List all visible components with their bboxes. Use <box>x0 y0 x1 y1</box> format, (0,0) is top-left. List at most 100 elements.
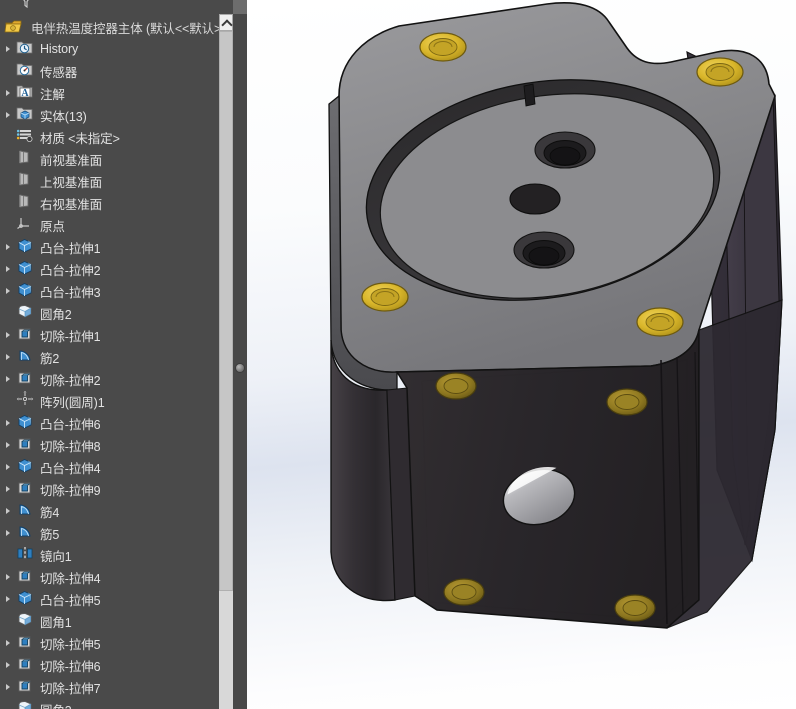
tree-row-label: 凸台-拉伸6 <box>40 417 101 432</box>
tree-row-label: 切除-拉伸1 <box>40 329 101 344</box>
expand-arrow-placeholder <box>0 170 16 192</box>
expand-arrow-icon[interactable] <box>0 566 16 588</box>
tree-row[interactable]: 凸台-拉伸6 <box>0 412 233 434</box>
tree-row[interactable]: 上视基准面 <box>0 170 233 192</box>
expand-arrow-placeholder <box>0 544 16 566</box>
feature-tree-list[interactable]: History 传感器 A 注解实体(13) 材质 <未指定> 前视基准面 上视基准面 右视基… <box>0 38 233 709</box>
tree-row[interactable]: 凸台-拉伸5 <box>0 588 233 610</box>
tree-row-label: 切除-拉伸6 <box>40 659 101 674</box>
tree-row[interactable]: 实体(13) <box>0 104 233 126</box>
expand-arrow-icon[interactable] <box>0 412 16 434</box>
tree-row[interactable]: 传感器 <box>0 60 233 82</box>
expand-arrow-icon[interactable] <box>0 280 16 302</box>
tree-row[interactable]: 凸台-拉伸1 <box>0 236 233 258</box>
tree-row[interactable]: 切除-拉伸9 <box>0 478 233 500</box>
tree-row[interactable]: 筋5 <box>0 522 233 544</box>
tree-row-label: 传感器 <box>40 65 78 80</box>
expand-arrow-icon[interactable] <box>0 676 16 698</box>
tree-row[interactable]: A 注解 <box>0 82 233 104</box>
tree-row[interactable]: 凸台-拉伸3 <box>0 280 233 302</box>
expand-arrow-placeholder <box>0 214 16 236</box>
boss-extrude-icon <box>16 589 36 609</box>
expand-arrow-icon[interactable] <box>0 654 16 676</box>
tree-row[interactable]: 切除-拉伸7 <box>0 676 233 698</box>
tree-row[interactable]: 右视基准面 <box>0 192 233 214</box>
expand-arrow-placeholder <box>0 148 16 170</box>
tree-row[interactable]: 筋4 <box>0 500 233 522</box>
tree-row[interactable]: 切除-拉伸2 <box>0 368 233 390</box>
fillet-icon <box>16 303 36 323</box>
scrollbar-thumb[interactable] <box>219 31 233 591</box>
tree-row-label: 圆角2 <box>40 307 72 322</box>
expand-arrow-icon[interactable] <box>0 38 16 60</box>
document-root-row[interactable]: 电伴热温度控器主体 (默认<<默认>_ <box>0 16 233 38</box>
boss-extrude-icon <box>16 281 36 301</box>
tree-row-label: 阵列(圆周)1 <box>40 395 105 410</box>
graphics-viewport[interactable] <box>247 0 796 709</box>
tree-row[interactable]: 切除-拉伸5 <box>0 632 233 654</box>
plane-icon <box>16 149 36 169</box>
part-document-icon <box>4 18 24 36</box>
window-corner-clip <box>0 0 14 10</box>
tree-row-label: 凸台-拉伸1 <box>40 241 101 256</box>
expand-arrow-placeholder <box>0 60 16 82</box>
expand-arrow-icon[interactable] <box>0 434 16 456</box>
expand-arrow-icon[interactable] <box>0 588 16 610</box>
model-front-screw-2 <box>606 388 648 416</box>
expand-arrow-icon[interactable] <box>0 346 16 368</box>
tree-row[interactable]: 凸台-拉伸4 <box>0 456 233 478</box>
tree-row[interactable]: 原点 <box>0 214 233 236</box>
boss-extrude-icon <box>16 457 36 477</box>
model-3d-view <box>328 2 783 629</box>
tree-row[interactable]: History <box>0 38 233 60</box>
model-top-screw-2 <box>696 57 744 87</box>
expand-arrow-icon[interactable] <box>0 82 16 104</box>
tree-row[interactable]: 圆角2 <box>0 302 233 324</box>
expand-arrow-icon[interactable] <box>0 478 16 500</box>
mirror-icon <box>16 545 36 565</box>
expand-arrow-icon[interactable] <box>0 632 16 654</box>
plane-icon <box>16 193 36 213</box>
tree-row[interactable]: 切除-拉伸8 <box>0 434 233 456</box>
expand-arrow-icon[interactable] <box>0 368 16 390</box>
expand-arrow-icon[interactable] <box>0 104 16 126</box>
scroll-up-arrow-icon[interactable] <box>219 14 233 31</box>
filter-funnel-icon[interactable] <box>18 0 34 10</box>
tree-row[interactable]: 材质 <未指定> <box>0 126 233 148</box>
splitter-top-cap <box>233 0 247 14</box>
expand-arrow-icon[interactable] <box>0 258 16 280</box>
tree-row-label: 材质 <未指定> <box>40 131 120 146</box>
tree-row-label: 凸台-拉伸5 <box>40 593 101 608</box>
tree-row[interactable]: 筋2 <box>0 346 233 368</box>
expand-arrow-icon[interactable] <box>0 456 16 478</box>
tree-row-label: 凸台-拉伸4 <box>40 461 101 476</box>
expand-arrow-icon[interactable] <box>0 500 16 522</box>
expand-arrow-icon[interactable] <box>0 236 16 258</box>
tree-row-label: 注解 <box>40 87 65 102</box>
expand-arrow-placeholder <box>0 610 16 632</box>
tree-row-label: 原点 <box>40 219 65 234</box>
circular-pattern-icon <box>16 391 36 411</box>
cut-extrude-icon <box>16 633 36 653</box>
tree-row[interactable]: 圆角3 <box>0 698 233 709</box>
expand-arrow-icon[interactable] <box>0 522 16 544</box>
boss-extrude-icon <box>16 413 36 433</box>
tree-row[interactable]: 阵列(圆周)1 <box>0 390 233 412</box>
tree-row[interactable]: 前视基准面 <box>0 148 233 170</box>
splitter-grip-handle[interactable] <box>236 364 244 372</box>
document-title: 电伴热温度控器主体 (默认<<默认>_ <box>31 21 229 36</box>
expand-arrow-icon[interactable] <box>0 324 16 346</box>
panel-splitter[interactable] <box>233 0 247 709</box>
tree-vertical-scrollbar[interactable] <box>219 14 233 709</box>
tree-row-label: 切除-拉伸9 <box>40 483 101 498</box>
tree-row-label: 切除-拉伸8 <box>40 439 101 454</box>
tree-row[interactable]: 切除-拉伸1 <box>0 324 233 346</box>
tree-row[interactable]: 切除-拉伸4 <box>0 566 233 588</box>
tree-row[interactable]: 圆角1 <box>0 610 233 632</box>
tree-row-label: 镜向1 <box>40 549 72 564</box>
expand-arrow-placeholder <box>0 302 16 324</box>
tree-row[interactable]: 切除-拉伸6 <box>0 654 233 676</box>
tree-row-label: 实体(13) <box>40 109 87 124</box>
tree-row[interactable]: 镜向1 <box>0 544 233 566</box>
tree-row[interactable]: 凸台-拉伸2 <box>0 258 233 280</box>
